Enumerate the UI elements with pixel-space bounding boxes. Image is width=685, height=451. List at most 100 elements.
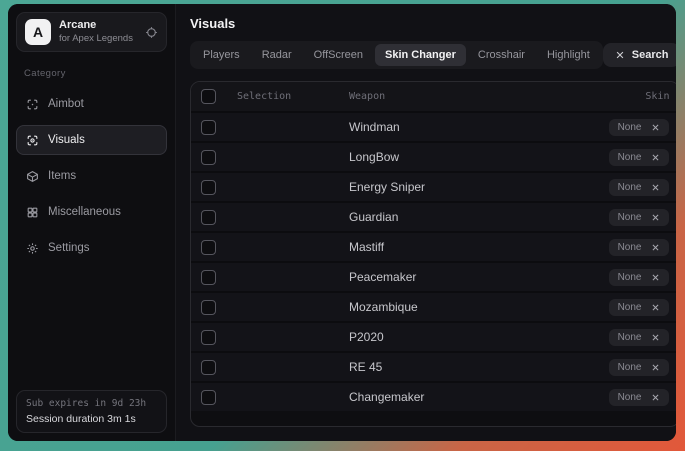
weapon-name: LongBow (349, 150, 559, 164)
grid-icon (26, 206, 39, 219)
app-name: Arcane (59, 19, 137, 33)
app-subtitle: for Apex Legends (59, 33, 137, 45)
category-label: Category (24, 68, 159, 79)
header-selection: Selection (237, 91, 349, 102)
tab-offscreen[interactable]: OffScreen (304, 44, 373, 66)
skin-badge[interactable]: None (609, 299, 670, 316)
row-checkbox[interactable] (201, 180, 216, 195)
sidebar-item-settings[interactable]: Settings (16, 233, 167, 263)
clear-skin-icon[interactable] (651, 363, 660, 372)
skin-value: None (618, 332, 642, 343)
session-duration-text: Session duration 3m 1s (26, 413, 157, 425)
gear-icon (26, 242, 39, 255)
clear-skin-icon[interactable] (651, 303, 660, 312)
tab-players[interactable]: Players (193, 44, 250, 66)
weapon-name: P2020 (349, 330, 559, 344)
table-row[interactable]: Energy Sniper None (191, 171, 676, 201)
skin-value: None (618, 272, 642, 283)
table-row[interactable]: RE 45 None (191, 351, 676, 381)
header-skin: Skin (559, 91, 669, 102)
row-checkbox[interactable] (201, 150, 216, 165)
table-row[interactable]: Mozambique None (191, 291, 676, 321)
sidebar: A Arcane for Apex Legends Category Aimbo… (8, 4, 176, 441)
row-checkbox[interactable] (201, 360, 216, 375)
table-row[interactable]: Changemaker None (191, 381, 676, 411)
table-row[interactable]: Guardian None (191, 201, 676, 231)
row-checkbox[interactable] (201, 390, 216, 405)
weapon-name: Peacemaker (349, 270, 559, 284)
app-logo: A (25, 19, 51, 45)
weapon-name: Mastiff (349, 240, 559, 254)
header-weapon: Weapon (349, 91, 559, 102)
clear-skin-icon[interactable] (651, 213, 660, 222)
package-icon (26, 170, 39, 183)
table-row[interactable]: Windman None (191, 111, 676, 141)
skin-value: None (618, 152, 642, 163)
clear-skin-icon[interactable] (651, 123, 660, 132)
tab-bar: Players Radar OffScreen Skin Changer Cro… (190, 41, 603, 69)
search-button-label: Search (632, 49, 669, 61)
main-panel: Visuals Players Radar OffScreen Skin Cha… (176, 4, 676, 441)
app-window: A Arcane for Apex Legends Category Aimbo… (8, 4, 676, 441)
skin-badge[interactable]: None (609, 389, 670, 406)
sidebar-item-items[interactable]: Items (16, 161, 167, 191)
sidebar-item-label: Items (48, 170, 76, 182)
clear-skin-icon[interactable] (651, 333, 660, 342)
search-button[interactable]: Search (603, 43, 676, 67)
sidebar-item-visuals[interactable]: Visuals (16, 125, 167, 155)
sidebar-item-label: Aimbot (48, 98, 84, 110)
skin-badge[interactable]: None (609, 149, 670, 166)
tab-skin-changer[interactable]: Skin Changer (375, 44, 466, 66)
row-checkbox[interactable] (201, 210, 216, 225)
target-icon[interactable] (145, 26, 158, 39)
weapon-name: Windman (349, 120, 559, 134)
subscription-card: Sub expires in 9d 23h Session duration 3… (16, 390, 167, 433)
table-row[interactable]: LongBow None (191, 141, 676, 171)
weapon-name: Mozambique (349, 300, 559, 314)
row-checkbox[interactable] (201, 240, 216, 255)
skin-badge[interactable]: None (609, 239, 670, 256)
row-checkbox[interactable] (201, 270, 216, 285)
row-checkbox[interactable] (201, 300, 216, 315)
skin-value: None (618, 392, 642, 403)
clear-skin-icon[interactable] (651, 273, 660, 282)
skin-value: None (618, 302, 642, 313)
clear-skin-icon[interactable] (651, 183, 660, 192)
skin-badge[interactable]: None (609, 329, 670, 346)
sidebar-item-miscellaneous[interactable]: Miscellaneous (16, 197, 167, 227)
page-title: Visuals (190, 16, 676, 31)
select-all-checkbox[interactable] (201, 89, 216, 104)
table-row[interactable]: P2020 None (191, 321, 676, 351)
weapon-name: Guardian (349, 210, 559, 224)
skin-value: None (618, 182, 642, 193)
skin-value: None (618, 242, 642, 253)
row-checkbox[interactable] (201, 330, 216, 345)
tab-crosshair[interactable]: Crosshair (468, 44, 535, 66)
skin-badge[interactable]: None (609, 119, 670, 136)
skin-badge[interactable]: None (609, 179, 670, 196)
tab-radar[interactable]: Radar (252, 44, 302, 66)
clear-skin-icon[interactable] (651, 243, 660, 252)
search-icon (615, 50, 625, 60)
weapon-name: Energy Sniper (349, 180, 559, 194)
skin-badge[interactable]: None (609, 209, 670, 226)
table-row[interactable]: Peacemaker None (191, 261, 676, 291)
skin-value: None (618, 212, 642, 223)
skin-table: Selection Weapon Skin Windman None LongB… (190, 81, 676, 427)
sidebar-item-label: Visuals (48, 134, 85, 146)
row-checkbox[interactable] (201, 120, 216, 135)
skin-value: None (618, 362, 642, 373)
clear-skin-icon[interactable] (651, 393, 660, 402)
weapon-name: RE 45 (349, 360, 559, 374)
sidebar-item-label: Settings (48, 242, 90, 254)
table-header: Selection Weapon Skin (191, 82, 676, 111)
table-row[interactable]: Mastiff None (191, 231, 676, 261)
sidebar-item-aimbot[interactable]: Aimbot (16, 89, 167, 119)
scan-eye-icon (26, 134, 39, 147)
skin-badge[interactable]: None (609, 269, 670, 286)
skin-badge[interactable]: None (609, 359, 670, 376)
skin-value: None (618, 122, 642, 133)
tab-highlight[interactable]: Highlight (537, 44, 600, 66)
sub-expiry-text: Sub expires in 9d 23h (26, 398, 157, 409)
clear-skin-icon[interactable] (651, 153, 660, 162)
